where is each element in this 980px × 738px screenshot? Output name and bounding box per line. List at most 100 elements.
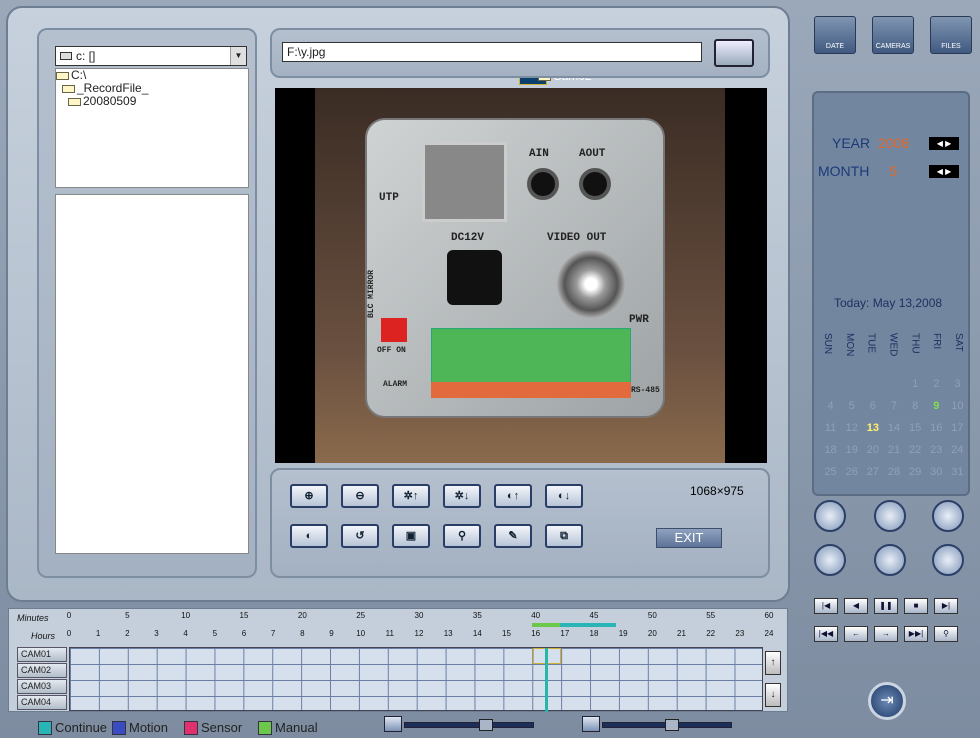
slider-knob[interactable] (665, 719, 679, 731)
calendar-day[interactable]: 30 (926, 466, 947, 478)
exit-button[interactable]: EXIT (656, 528, 722, 548)
record-button[interactable] (874, 500, 906, 532)
calendar-day[interactable]: 21 (883, 444, 904, 456)
video-viewport[interactable]: UTP AIN AOUT DC12V VIDEO OUT BLC MIRROR … (275, 88, 767, 463)
cam-label[interactable]: CAM01 (17, 647, 67, 662)
brightness-down-button[interactable]: ✲↓ (443, 484, 481, 508)
scale-tick: 12 (414, 629, 424, 638)
month-value: 5 (889, 163, 898, 179)
scroll-down-button[interactable]: ↓ (765, 683, 781, 707)
weekday-header: SUN MON TUE WED THU FRI SAT (822, 333, 964, 356)
file-list[interactable] (55, 194, 249, 554)
zoom-in-button[interactable]: ⊕ (290, 484, 328, 508)
skip-back-button[interactable]: |◀ (814, 598, 838, 614)
prev-frame-button[interactable]: ← (844, 626, 868, 642)
year-spinner[interactable]: ◀ ▶ (929, 137, 959, 150)
search-icon[interactable] (932, 500, 964, 532)
open-folder-button[interactable] (714, 39, 754, 67)
calendar-day[interactable]: 6 (862, 400, 883, 412)
calendar-day[interactable]: 5 (841, 400, 862, 412)
first-frame-button[interactable]: |◀◀ (814, 626, 838, 642)
timeline-grid[interactable] (69, 647, 763, 712)
zoom-out-button[interactable]: ⊖ (341, 484, 379, 508)
play-back-button[interactable]: ◀ (844, 598, 868, 614)
drive-icon (60, 52, 72, 60)
calendar-day[interactable]: 7 (883, 400, 904, 412)
calendar-day[interactable]: 15 (905, 422, 926, 434)
last-frame-button[interactable]: ▶▶| (904, 626, 928, 642)
scroll-up-button[interactable]: ↑ (765, 651, 781, 675)
aout-jack (579, 168, 611, 200)
app-window: c: [] ▼ C:\ _RecordFile_ 20080509 Cam02 … (0, 0, 980, 738)
calendar-day[interactable]: 14 (883, 422, 904, 434)
calendar-day[interactable]: 22 (905, 444, 926, 456)
calendar-day[interactable]: 3 (947, 378, 968, 390)
grid-view-button[interactable] (814, 544, 846, 576)
scale-tick: 23 (735, 629, 745, 638)
date-button[interactable]: DATE (814, 16, 856, 54)
legend-label: Sensor (201, 720, 243, 735)
folder-icon (56, 71, 69, 80)
calendar-day[interactable]: 24 (947, 444, 968, 456)
calendar-day[interactable]: 25 (820, 466, 841, 478)
cam-label[interactable]: CAM03 (17, 679, 67, 694)
weekday-label: THU (909, 333, 921, 354)
stop-button[interactable]: ■ (904, 598, 928, 614)
calendar-day[interactable]: 27 (862, 466, 883, 478)
cameras-button[interactable]: CAMERAS (872, 16, 914, 54)
calendar-day[interactable]: 12 (841, 422, 862, 434)
scale-tick: 25 (356, 611, 366, 620)
cam-label[interactable]: CAM04 (17, 695, 67, 710)
calendar-day[interactable]: 16 (926, 422, 947, 434)
calendar-day[interactable]: 31 (947, 466, 968, 478)
volume-slider[interactable] (602, 719, 732, 731)
brightness-up-button[interactable]: ✲↑ (392, 484, 430, 508)
pause-button[interactable]: ❚❚ (874, 598, 898, 614)
invert-button[interactable]: ◐ (290, 524, 328, 548)
calendar-day[interactable]: 29 (905, 466, 926, 478)
time-marker[interactable] (545, 648, 548, 712)
save-image-button[interactable]: ⧉ (545, 524, 583, 548)
scale-tick: 10 (181, 611, 191, 620)
search-icon[interactable]: ⚲ (934, 626, 958, 642)
calendar-day[interactable]: 23 (926, 444, 947, 456)
next-frame-button[interactable]: → (874, 626, 898, 642)
skip-forward-button[interactable]: ▶| (934, 598, 958, 614)
weekday-label: TUE (865, 333, 877, 353)
close-icon[interactable] (932, 544, 964, 576)
contrast-down-button[interactable]: ◐↓ (545, 484, 583, 508)
files-button[interactable]: FILES (930, 16, 972, 54)
calendar-day[interactable]: 13 (862, 422, 883, 434)
calendar-day[interactable]: 11 (820, 422, 841, 434)
calendar-day[interactable]: 18 (820, 444, 841, 456)
rotate-button[interactable]: ↺ (341, 524, 379, 548)
export-button[interactable] (874, 544, 906, 576)
calendar-day[interactable]: 4 (820, 400, 841, 412)
sharpen-button[interactable]: ✎ (494, 524, 532, 548)
print-button[interactable]: ▣ (392, 524, 430, 548)
calendar-day[interactable]: 26 (841, 466, 862, 478)
calendar-day[interactable]: 19 (841, 444, 862, 456)
chevron-down-icon[interactable]: ▼ (230, 47, 246, 65)
terminal-base (431, 382, 631, 398)
exit-app-button[interactable]: ⇥ (868, 682, 906, 720)
cam-label[interactable]: CAM02 (17, 663, 67, 678)
tree-item[interactable]: 20080509 (56, 95, 248, 108)
calendar-day[interactable]: 8 (905, 400, 926, 412)
contrast-up-button[interactable]: ◐↑ (494, 484, 532, 508)
speed-slider[interactable] (404, 719, 534, 731)
calendar-day[interactable]: 9 (926, 400, 947, 412)
scale-tick: 0 (66, 629, 72, 638)
calendar-day[interactable]: 2 (926, 378, 947, 390)
calendar-day[interactable]: 10 (947, 400, 968, 412)
search-icon[interactable]: ⚲ (443, 524, 481, 548)
month-spinner[interactable]: ◀ ▶ (929, 165, 959, 178)
drive-select[interactable]: c: [] ▼ (55, 46, 247, 66)
calendar-day[interactable]: 1 (905, 378, 926, 390)
slider-knob[interactable] (479, 719, 493, 731)
snapshot-button[interactable] (814, 500, 846, 532)
calendar-day[interactable]: 17 (947, 422, 968, 434)
path-field[interactable]: F:\y.jpg (282, 42, 702, 62)
calendar-day[interactable]: 28 (883, 466, 904, 478)
calendar-day[interactable]: 20 (862, 444, 883, 456)
